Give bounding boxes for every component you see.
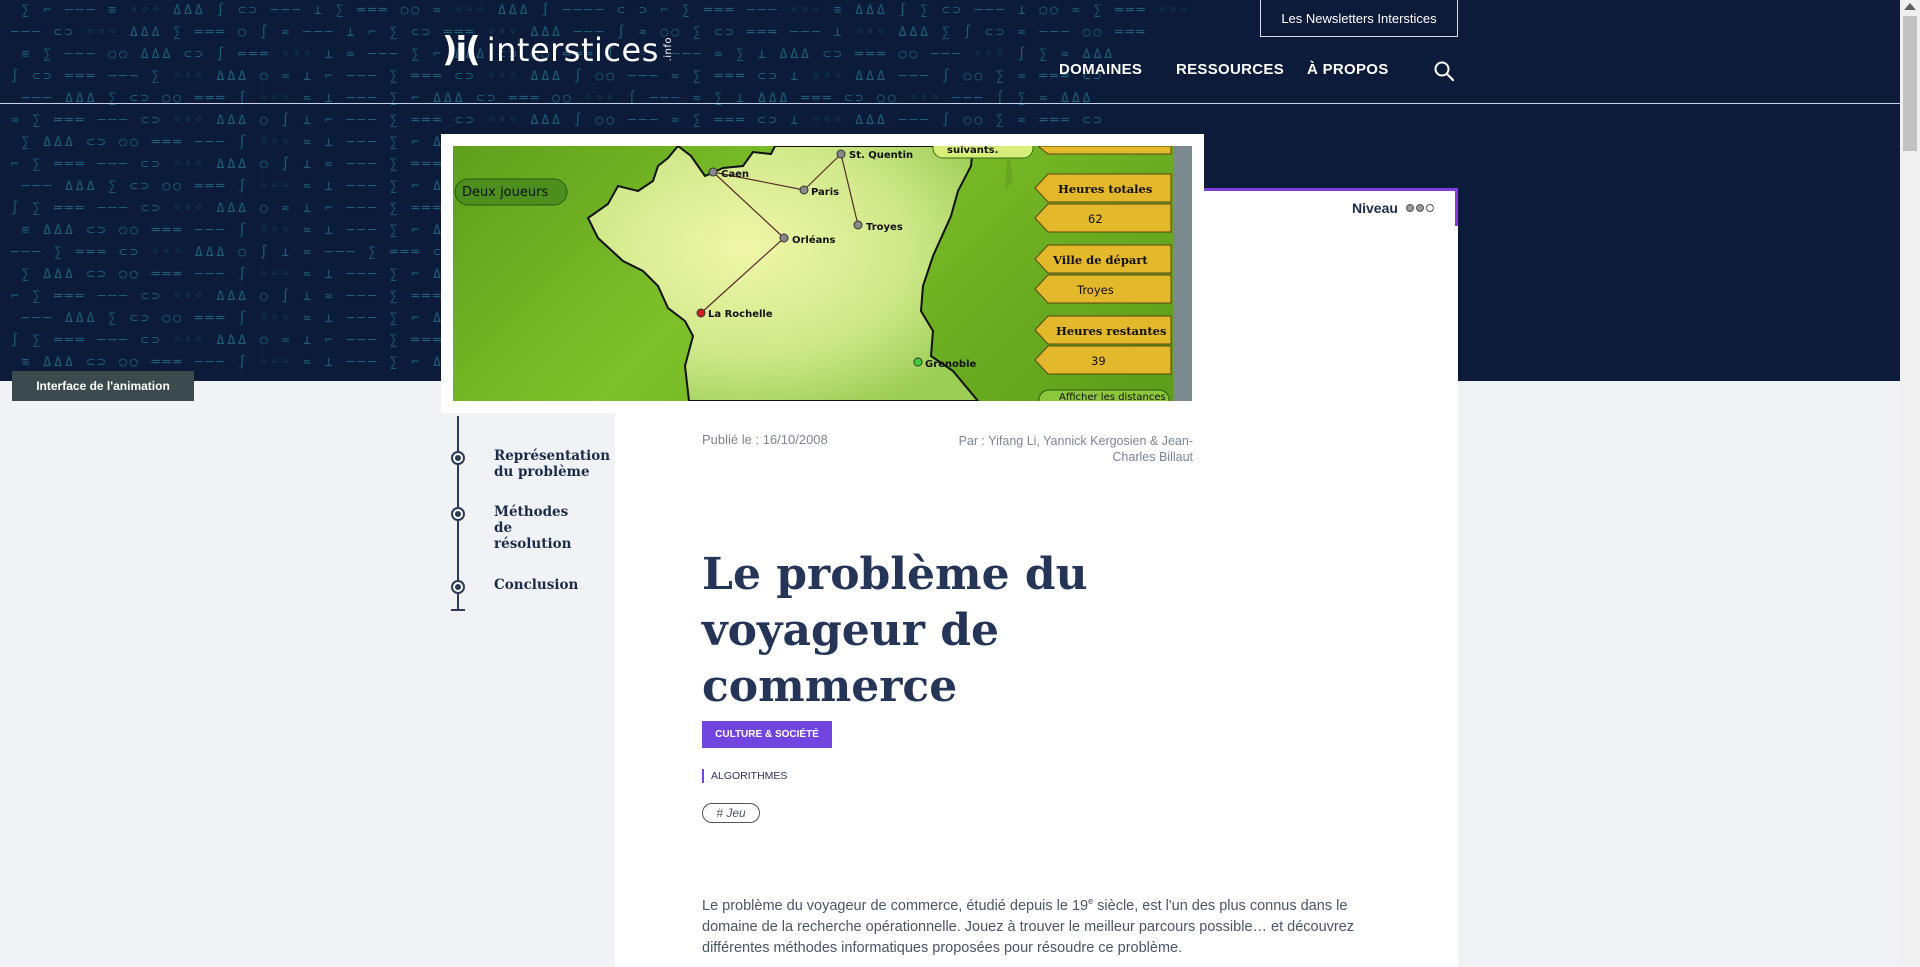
game-interface-illustration: Caen Paris St. Quentin Troyes Orléans La… <box>454 146 1192 401</box>
toc-bullet-3 <box>451 580 465 594</box>
intro-text-start: Le problème du voyageur de commerce, étu… <box>702 897 1089 914</box>
panel-value-ville-depart: Troyes <box>1076 283 1114 297</box>
scroll-up-arrow-icon[interactable] <box>1904 3 1916 10</box>
domain-link[interactable]: ALGORITHMES <box>702 769 787 783</box>
nav-ressources[interactable]: RESSOURCES <box>1176 61 1284 78</box>
logo-mark: )i( <box>442 30 481 70</box>
tag-jeu[interactable]: # Jeu <box>702 803 760 823</box>
city-st-quentin: St. Quentin <box>849 150 913 161</box>
nav-domaines[interactable]: DOMAINES <box>1059 61 1142 78</box>
show-distances-label: Afficher les distances <box>1059 392 1166 401</box>
panel-label-heures-restantes: Heures restantes <box>1056 324 1166 338</box>
nav-a-propos[interactable]: À PROPOS <box>1307 61 1389 78</box>
toc-item-methodes[interactable]: Méthodes de résolution <box>494 504 571 552</box>
niveau-dot-2 <box>1415 204 1424 212</box>
city-orleans: Orléans <box>792 234 836 246</box>
city-caen: Caen <box>721 169 749 180</box>
niveau-dot-1 <box>1405 204 1414 212</box>
top-navbar: )i( interstices .info Les Newsletters In… <box>0 0 1900 104</box>
scrollbar-thumb[interactable] <box>1903 16 1917 151</box>
niveau-accent-bar <box>1204 188 1458 191</box>
site-logo[interactable]: )i( interstices .info <box>442 30 674 70</box>
toc-item-representation[interactable]: Représentation du problème <box>494 448 610 480</box>
toc-bullet-1 <box>451 451 465 465</box>
niveau-dot-3 <box>1425 204 1434 212</box>
logo-suffix: .info <box>662 36 674 61</box>
toc-rail-end <box>451 609 465 611</box>
image-caption: Interface de l'animation <box>12 371 194 401</box>
page-title: Le problème du voyageur de commerce <box>702 549 1088 713</box>
published-date: Publié le : 16/10/2008 <box>702 432 828 447</box>
article-authors: Par : Yifang Li, Yannick Kergosien & Jea… <box>958 434 1193 464</box>
panel-label-heures-totales: Heures totales <box>1058 182 1152 196</box>
panel-label-ville-depart: Ville de départ <box>1052 253 1148 267</box>
newsletter-button[interactable]: Les Newsletters Interstices <box>1260 0 1458 37</box>
city-paris: Paris <box>811 187 839 198</box>
city-grenoble: Grenoble <box>925 359 976 370</box>
toc-item-conclusion[interactable]: Conclusion <box>494 577 604 593</box>
next-label: suivants. <box>947 146 998 156</box>
panel-value-heures-totales: 62 <box>1088 212 1103 226</box>
two-players-button: Deux joueurs <box>462 185 548 200</box>
category-badge[interactable]: CULTURE & SOCIÉTÉ <box>702 721 832 748</box>
search-icon[interactable] <box>1434 61 1454 81</box>
article-intro: Le problème du voyageur de commerce, étu… <box>702 891 1362 959</box>
niveau-indicator: Niveau <box>1352 200 1434 216</box>
toc-bullet-2 <box>451 507 465 521</box>
hero-image-frame: Caen Paris St. Quentin Troyes Orléans La… <box>441 134 1204 413</box>
hero-image: Caen Paris St. Quentin Troyes Orléans La… <box>453 146 1192 401</box>
niveau-dots <box>1405 204 1434 212</box>
logo-text: interstices <box>486 31 659 69</box>
city-la-rochelle: La Rochelle <box>708 309 773 320</box>
niveau-accent-bar-side <box>1455 188 1458 226</box>
city-troyes: Troyes <box>866 222 903 233</box>
niveau-label: Niveau <box>1352 200 1398 216</box>
panel-value-heures-restantes: 39 <box>1091 354 1106 368</box>
